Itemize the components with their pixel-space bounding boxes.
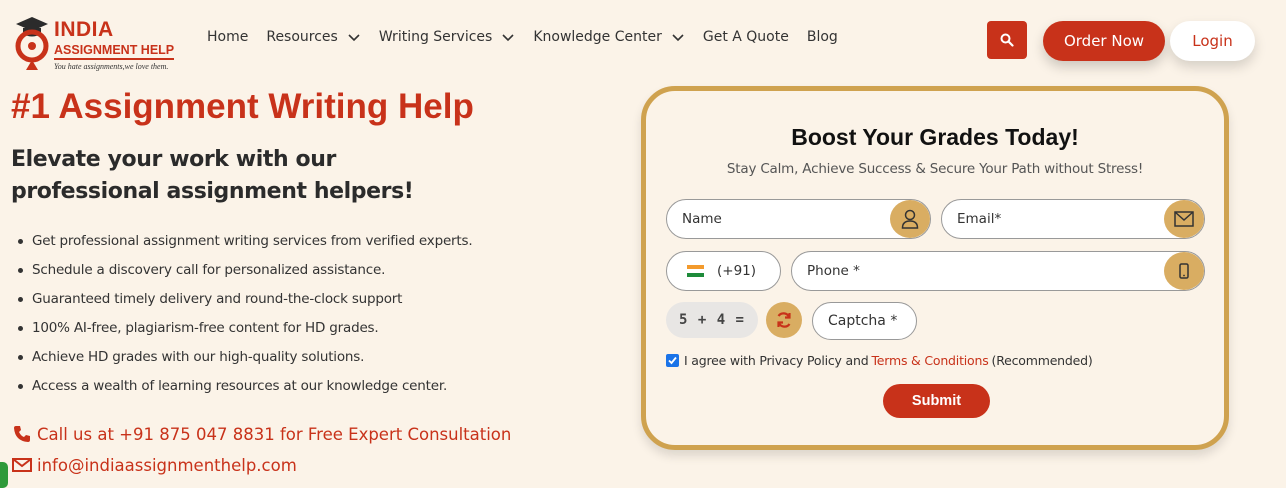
nav-resources[interactable]: Resources (266, 29, 361, 45)
login-button[interactable]: Login (1170, 21, 1255, 61)
mobile-icon (1164, 252, 1204, 290)
captcha-input[interactable]: Captcha * (812, 302, 917, 340)
list-item: Guaranteed timely delivery and round-the… (16, 289, 472, 318)
form-title: Boost Your Grades Today! (791, 124, 1079, 150)
phone-field[interactable]: Phone * (791, 251, 1205, 291)
nav-resources-label: Resources (266, 29, 338, 45)
form-subtitle: Stay Calm, Achieve Success & Secure Your… (726, 161, 1144, 177)
email-placeholder: Email* (957, 211, 1002, 227)
name-field[interactable]: Name (666, 199, 931, 239)
phone-icon (14, 426, 30, 442)
refresh-icon (777, 312, 791, 328)
page-title: #1 Assignment Writing Help (11, 87, 474, 126)
mail-icon (12, 458, 32, 472)
nav-knowledge-center[interactable]: Knowledge Center (533, 29, 685, 45)
chevron-down-icon (672, 34, 684, 42)
chevron-down-icon (502, 34, 514, 42)
nav-home[interactable]: Home (207, 29, 248, 45)
logo-name-line1: INDIA (54, 18, 114, 41)
feature-list: Get professional assignment writing serv… (16, 231, 473, 405)
envelope-icon (1164, 200, 1204, 238)
nav-home-label: Home (207, 29, 249, 45)
logo-mark-icon (15, 17, 49, 70)
search-button[interactable] (987, 21, 1027, 59)
name-placeholder: Name (682, 211, 722, 227)
agree-checkbox[interactable] (666, 354, 679, 367)
site-logo[interactable]: INDIA ASSIGNMENT HELP You hate assignmen… (12, 12, 182, 74)
agree-suffix: (Recommended) (991, 353, 1093, 368)
phone-placeholder: Phone * (807, 263, 860, 279)
logo-tagline: You hate assignments,we love them. (54, 62, 169, 71)
nav-knowledge-center-label: Knowledge Center (533, 29, 662, 45)
agree-row: I agree with Privacy Policy and Terms & … (666, 353, 1093, 368)
check-icon (668, 356, 677, 365)
list-item: Get professional assignment writing serv… (16, 231, 473, 260)
chevron-down-icon (348, 34, 360, 42)
nav-writing-services[interactable]: Writing Services (379, 29, 515, 45)
captcha-placeholder: Captcha * (828, 313, 898, 329)
order-now-button[interactable]: Order Now (1043, 21, 1165, 61)
terms-link[interactable]: Terms & Conditions (871, 353, 988, 368)
submit-button[interactable]: Submit (883, 384, 990, 418)
logo-underline (54, 58, 174, 60)
enquiry-form-card: Boost Your Grades Today! Stay Calm, Achi… (641, 86, 1229, 450)
side-widget-tab[interactable] (0, 462, 8, 488)
country-code-select[interactable]: (+91) (666, 251, 781, 291)
list-item: Access a wealth of learning resources at… (16, 376, 472, 405)
search-icon (1000, 33, 1014, 47)
list-item: Schedule a discovery call for personaliz… (16, 260, 472, 289)
captcha-image: 5 + 4 = (666, 302, 758, 338)
call-text: Call us at +91 875 047 8831 for Free Exp… (37, 424, 512, 444)
nav-writing-services-label: Writing Services (378, 29, 493, 45)
email-link[interactable]: info@indiaassignmenthelp.com (12, 455, 297, 475)
nav-blog-label: Blog (806, 29, 838, 45)
nav-blog[interactable]: Blog (807, 29, 838, 45)
page-subtitle: Elevate your work with our professional … (11, 147, 414, 204)
list-item: 100% AI-free, plagiarism-free content fo… (16, 318, 472, 347)
india-flag-icon (687, 265, 704, 277)
email-field[interactable]: Email* (941, 199, 1205, 239)
logo-name-line2: ASSIGNMENT HELP (54, 43, 175, 57)
list-item: Achieve HD grades with our high-quality … (16, 347, 472, 376)
user-icon (890, 200, 930, 238)
refresh-captcha-button[interactable] (766, 302, 802, 338)
main-nav: Home Resources Writing Services Knowledg… (207, 29, 856, 45)
call-link[interactable]: Call us at +91 875 047 8831 for Free Exp… (12, 424, 511, 444)
country-code-value: (+91) (717, 263, 757, 279)
nav-get-a-quote-label: Get A Quote (702, 29, 789, 45)
email-text: info@indiaassignmenthelp.com (37, 455, 297, 475)
agree-prefix: I agree with Privacy Policy and (684, 353, 869, 368)
nav-get-a-quote[interactable]: Get A Quote (703, 29, 789, 45)
